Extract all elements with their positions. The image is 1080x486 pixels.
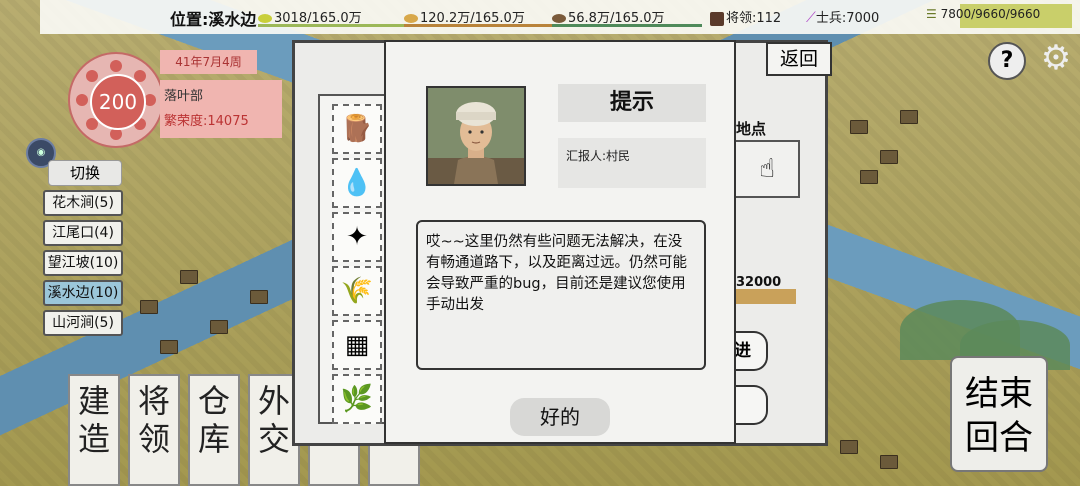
end-turn-label-2: 回合 xyxy=(965,418,1033,458)
food-bar xyxy=(258,24,406,27)
grain-bar xyxy=(404,24,562,27)
top-bar: 位置:溪水边 3018/165.0万 120.2万/165.0万 56.8万/1… xyxy=(40,0,1080,34)
generals-count: 将领:112 xyxy=(710,7,781,26)
badge-petal xyxy=(86,70,98,82)
troops-icon: ☰ xyxy=(926,7,937,21)
item-column: 🪵 💧 ✦ 🌾 ▦ 🌿 xyxy=(318,94,390,424)
badge-petal xyxy=(76,94,88,106)
tribe-level: 200 xyxy=(90,74,146,130)
tribe-name: 落叶部 xyxy=(164,89,204,104)
hand-pointer-icon[interactable]: ☝ xyxy=(734,140,800,198)
staff-item-icon[interactable]: ✦ xyxy=(332,212,382,262)
place-item-selected[interactable]: 溪水边(10) xyxy=(43,280,123,306)
troops-value: 7800/9660/9660 xyxy=(940,7,1041,21)
game-date: 41年7月4周 xyxy=(160,50,257,74)
secondary-button[interactable] xyxy=(734,385,768,425)
place-item[interactable]: 山河涧(5) xyxy=(43,310,123,336)
sword-icon: ⟋ xyxy=(806,10,816,26)
gear-icon[interactable]: ⚙ xyxy=(1038,40,1074,76)
herb-item-icon[interactable]: 🌿 xyxy=(332,374,382,424)
location-label: 位置:溪水边 xyxy=(170,10,257,29)
village-building xyxy=(900,110,918,124)
village-building xyxy=(860,170,878,184)
tip-dialog: 提示 汇报人:村民 哎~~这里仍然有些问题无法解决，在没有畅通道路下，以及距离过… xyxy=(384,40,736,444)
tribe-prosperity: 繁荣度:14075 xyxy=(164,114,249,129)
back-button[interactable]: 返回 xyxy=(766,42,832,76)
warehouse-label-2: 库 xyxy=(197,420,230,458)
place-item[interactable]: 江尾口(4) xyxy=(43,220,123,246)
ok-button[interactable]: 好的 xyxy=(510,398,610,436)
village-building xyxy=(840,440,858,454)
village-building xyxy=(850,120,868,134)
end-turn-label-1: 结束 xyxy=(965,374,1033,414)
place-item[interactable]: 望江坡(10) xyxy=(43,250,123,276)
advance-button[interactable]: 进 xyxy=(734,331,768,371)
tribe-info-panel: 落叶部 繁荣度:14075 xyxy=(160,80,282,138)
diplomacy-label-2: 交 xyxy=(257,420,290,458)
wood-bar xyxy=(552,24,702,27)
village-building xyxy=(880,150,898,164)
help-button[interactable]: ? xyxy=(988,42,1026,80)
build-label-2: 造 xyxy=(77,420,110,458)
amount-bar xyxy=(734,289,796,304)
food-icon xyxy=(258,14,272,23)
village-building xyxy=(160,340,178,354)
troops-count: ☰ 7800/9660/9660 xyxy=(926,7,1040,21)
general-avatar-icon xyxy=(710,11,724,26)
dialog-message: 哎~~这里仍然有些问题无法解决，在没有畅通道路下，以及距离过远。仍然可能会导致严… xyxy=(416,220,706,370)
generals-label-2: 领 xyxy=(137,420,170,458)
generals-value: 将领:112 xyxy=(726,11,782,26)
build-button[interactable]: 建造 xyxy=(68,374,120,486)
wood-icon xyxy=(552,14,566,23)
switch-button[interactable]: 切换 xyxy=(48,160,122,186)
amount-value: 32000 xyxy=(736,275,782,290)
end-turn-button[interactable]: 结束 回合 xyxy=(950,356,1048,472)
destination-label: 地点 xyxy=(736,120,767,138)
village-building xyxy=(140,300,158,314)
soldiers-value: 士兵:7000 xyxy=(815,11,880,26)
reporter-label: 汇报人:村民 xyxy=(566,149,631,163)
reporter-box: 汇报人:村民 xyxy=(558,138,706,188)
generals-button[interactable]: 将领 xyxy=(128,374,180,486)
crate-item-icon[interactable]: ▦ xyxy=(332,320,382,370)
build-label-1: 建 xyxy=(77,382,110,420)
village-building xyxy=(880,455,898,469)
grass-item-icon[interactable]: 🌾 xyxy=(332,266,382,316)
villager-portrait xyxy=(426,86,526,186)
water-item-icon[interactable]: 💧 xyxy=(332,158,382,208)
tribe-level-badge[interactable]: 200 xyxy=(68,52,164,148)
soldiers-count: ⟋士兵:7000 xyxy=(806,7,879,26)
generals-label-1: 将 xyxy=(137,382,170,420)
warehouse-label-1: 仓 xyxy=(197,382,230,420)
place-list: 花木涧(5) 江尾口(4) 望江坡(10) 溪水边(10) 山河涧(5) xyxy=(43,190,123,340)
diplomacy-label-1: 外 xyxy=(257,382,290,420)
cannon-item-icon[interactable]: 🪵 xyxy=(332,104,382,154)
warehouse-button[interactable]: 仓库 xyxy=(188,374,240,486)
grain-icon xyxy=(404,14,418,23)
badge-petal xyxy=(110,60,122,72)
place-item[interactable]: 花木涧(5) xyxy=(43,190,123,216)
village-building xyxy=(250,290,268,304)
village-building xyxy=(180,270,198,284)
village-building xyxy=(210,320,228,334)
dialog-title: 提示 xyxy=(558,84,706,122)
